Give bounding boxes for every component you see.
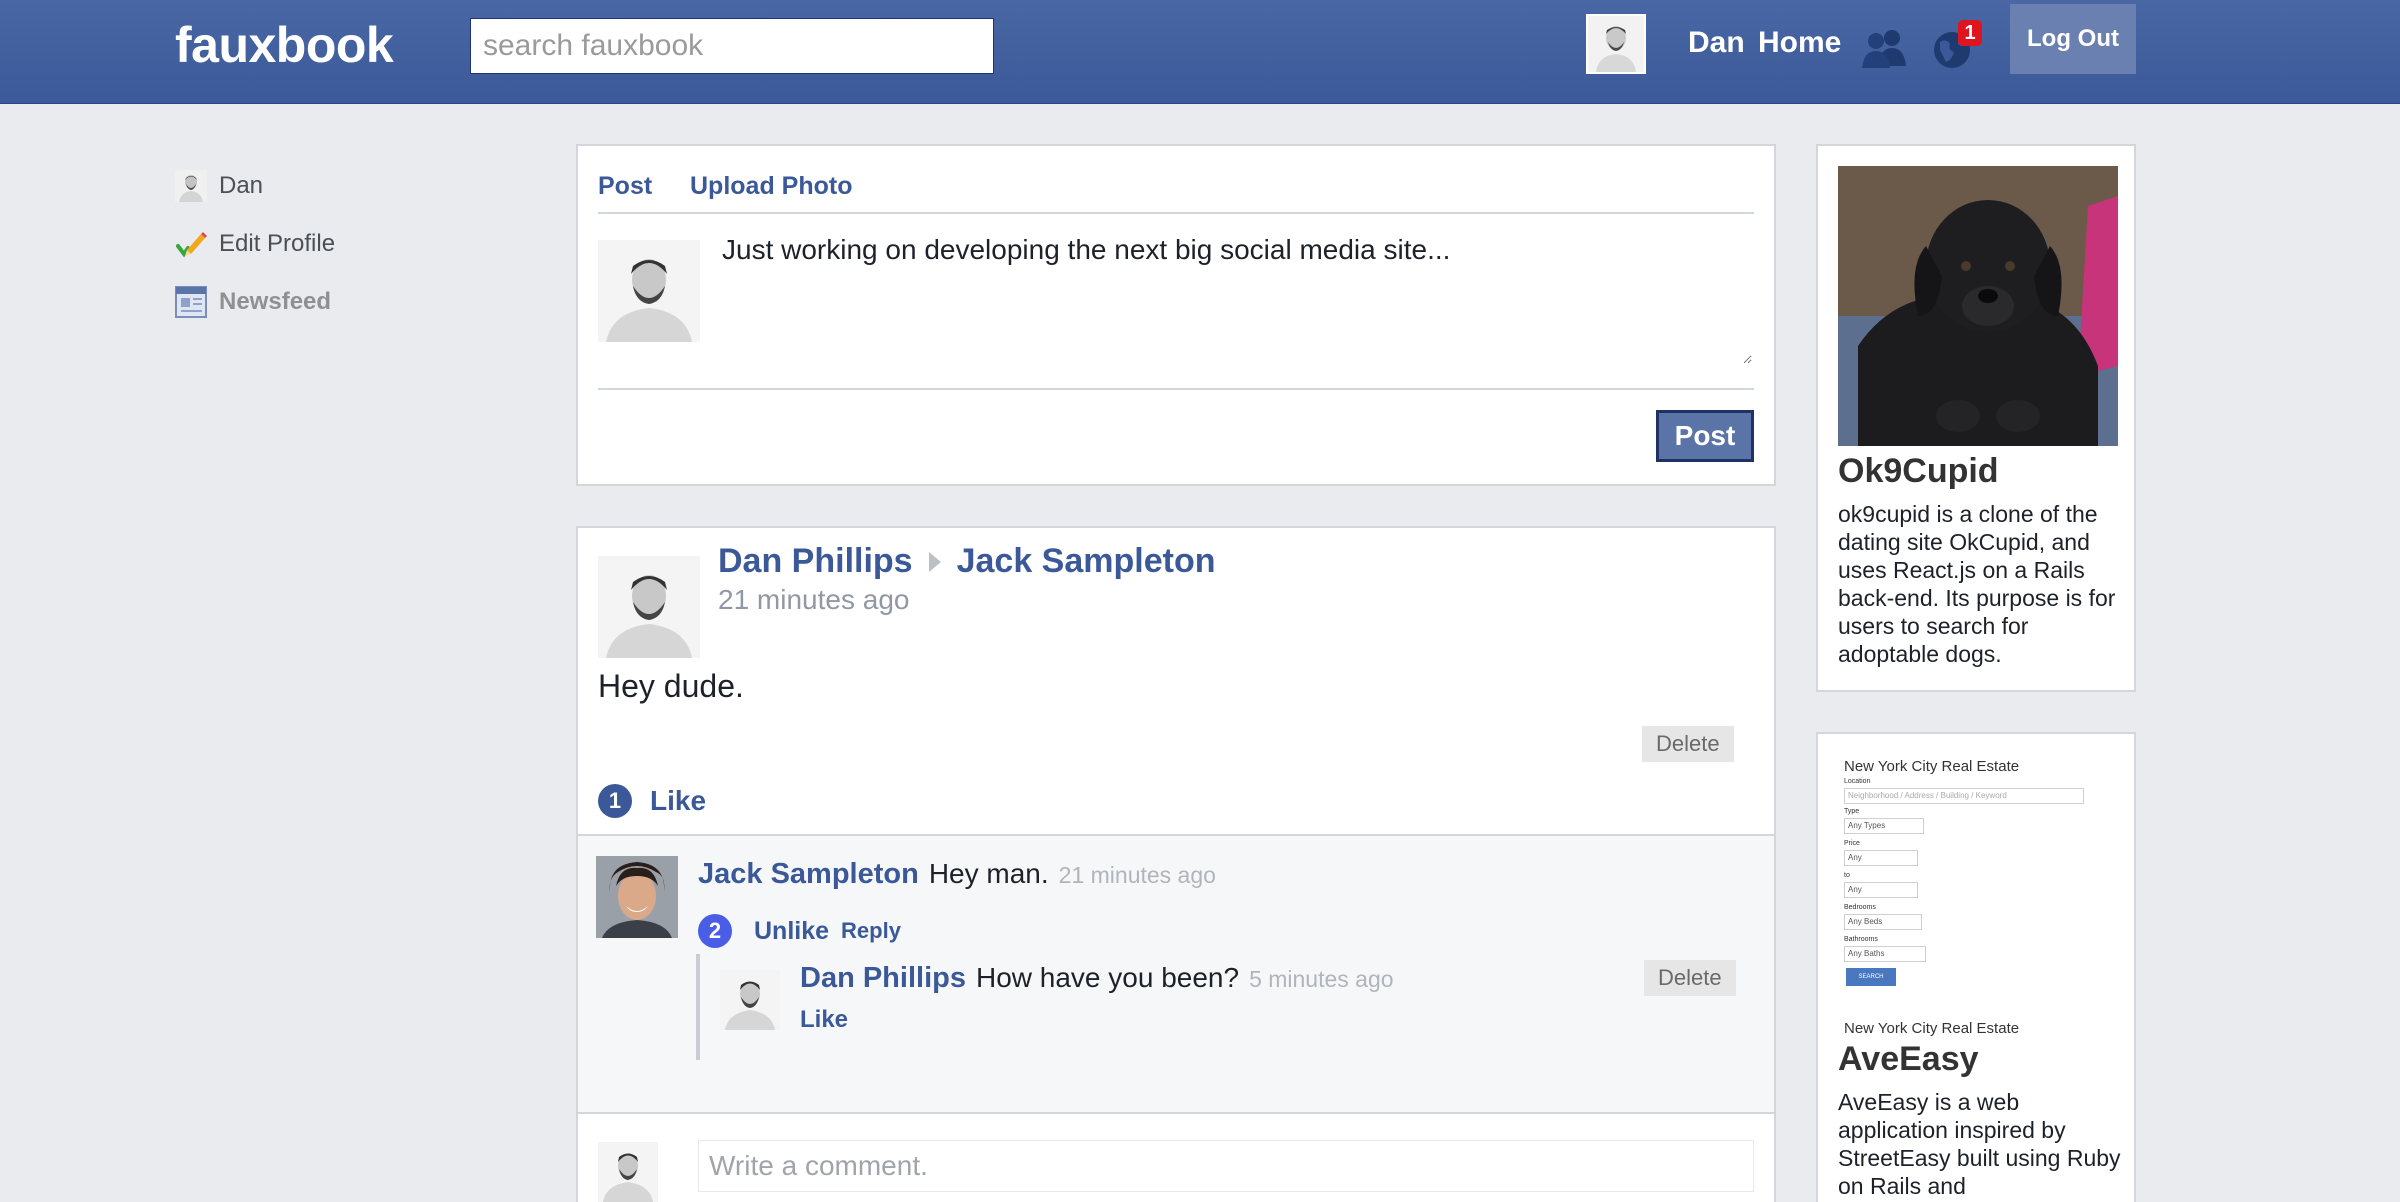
sidebar-item-label: Newsfeed (219, 288, 332, 315)
like-count-badge: 1 (598, 784, 632, 818)
ad-card-aveeasy[interactable]: New York City Real Estate Location Neigh… (1816, 732, 2136, 1202)
sidebar-item-label: Dan (219, 172, 264, 199)
friends-icon[interactable] (1858, 28, 1910, 68)
newsfeed-icon (175, 286, 207, 318)
post-author-avatar[interactable] (598, 556, 700, 658)
comment-composer-avatar (598, 1142, 658, 1202)
divider (598, 212, 1754, 214)
top-navbar: fauxbook Dan Home 1 Log Out (0, 0, 2400, 104)
screenshot-bathrooms-label: Bathrooms (1844, 936, 1878, 943)
commenter-avatar[interactable] (596, 856, 678, 938)
ad-title[interactable]: AveEasy (1838, 1040, 1979, 1079)
reply-text: How have you been? (975, 962, 1240, 993)
unlike-button[interactable]: Unlike (754, 917, 829, 946)
reply-author-avatar[interactable] (720, 970, 780, 1030)
post-submit-button[interactable]: Post (1656, 410, 1754, 462)
profile-avatar-icon (175, 170, 207, 202)
comment-actions: 2 Unlike Reply (698, 914, 901, 948)
ad-description: ok9cupid is a clone of the dating site O… (1838, 501, 2116, 667)
screenshot-price-label: Price (1844, 840, 1860, 847)
post-header: Dan Phillips Jack Sampleton (718, 542, 1215, 581)
screenshot-bedrooms-field: Any Beds (1844, 914, 1922, 930)
ad-title[interactable]: Ok9Cupid (1838, 452, 1999, 491)
screenshot-to-label: to (1844, 872, 1850, 879)
like-button[interactable]: Like (650, 785, 706, 817)
post-recipient-link[interactable]: Jack Sampleton (957, 542, 1216, 581)
comment-like-count-badge: 2 (698, 914, 732, 948)
screenshot-bedrooms-label: Bedrooms (1844, 904, 1876, 911)
divider (598, 388, 1754, 390)
screenshot-location-label: Location (1844, 778, 1871, 785)
notification-badge: 1 (1958, 20, 1982, 46)
sidebar-item-profile[interactable]: Dan (175, 168, 263, 204)
delete-reply-button[interactable]: Delete (1644, 960, 1736, 996)
comment-timestamp: 21 minutes ago (1058, 862, 1216, 888)
screenshot-footer: New York City Real Estate (1844, 1020, 2020, 1037)
post-text-area[interactable] (722, 234, 1752, 364)
reply-timestamp: 5 minutes ago (1249, 966, 1394, 992)
search-input[interactable] (470, 18, 994, 74)
screenshot-price-from: Any (1844, 850, 1918, 866)
post-composer: Post Upload Photo Post (576, 144, 1776, 486)
screenshot-heading: New York City Real Estate (1844, 758, 2020, 775)
user-avatar[interactable] (1586, 14, 1646, 74)
composer-avatar (598, 240, 700, 342)
post-author-link[interactable]: Dan Phillips (718, 542, 913, 581)
feed-post: Dan Phillips Jack Sampleton 21 minutes a… (576, 526, 1776, 1202)
reply-line: Dan Phillips How have you been? 5 minute… (800, 962, 1394, 995)
nav-user-link[interactable]: Dan (1688, 26, 1745, 60)
nav-home-link[interactable]: Home (1758, 26, 1841, 60)
ad-card-ok9cupid[interactable]: Ok9Cupid ok9cupid is a clone of the dati… (1816, 144, 2136, 692)
logout-button[interactable]: Log Out (2010, 4, 2136, 74)
tab-post[interactable]: Post (598, 172, 652, 201)
reply-button[interactable]: Reply (841, 918, 901, 944)
reply-thread: Dan Phillips How have you been? 5 minute… (696, 954, 1756, 1060)
comment-text: Hey man. (928, 858, 1049, 889)
logo[interactable]: fauxbook (175, 16, 394, 74)
sidebar-item-label: Edit Profile (219, 230, 336, 257)
sidebar-item-newsfeed[interactable]: Newsfeed (175, 284, 331, 320)
ad-image-aveeasy-screenshot[interactable]: New York City Real Estate Location Neigh… (1838, 754, 2118, 1014)
screenshot-price-to: Any (1844, 882, 1918, 898)
screenshot-type-field: Any Types (1844, 818, 1924, 834)
screenshot-location-field: Neighborhood / Address / Building / Keyw… (1844, 788, 2084, 804)
ad-description: AveEasy is a web application inspired by… (1838, 1089, 2121, 1199)
sidebar-item-edit-profile[interactable]: Edit Profile (175, 226, 335, 262)
screenshot-bathrooms-field: Any Baths (1844, 946, 1926, 962)
screenshot-search-button: SEARCH (1846, 968, 1896, 986)
screenshot-type-label: Type (1844, 808, 1860, 815)
pencil-check-icon (176, 232, 207, 258)
comment-line: Jack Sampleton Hey man. 21 minutes ago (698, 858, 1216, 891)
delete-post-button[interactable]: Delete (1642, 726, 1734, 762)
comment-author-link[interactable]: Jack Sampleton (698, 858, 919, 891)
avatar-photo-icon (1588, 16, 1644, 72)
comment-input[interactable] (698, 1140, 1754, 1192)
post-body: Hey dude. (598, 668, 744, 704)
ad-image-puppy[interactable] (1838, 166, 2118, 446)
reply-author-link[interactable]: Dan Phillips (800, 962, 966, 995)
tab-upload-photo[interactable]: Upload Photo (690, 172, 852, 201)
post-timestamp: 21 minutes ago (718, 584, 910, 615)
arrow-right-icon (928, 551, 941, 572)
reply-like-button[interactable]: Like (800, 1006, 848, 1034)
comments-section: Jack Sampleton Hey man. 21 minutes ago 2… (578, 834, 1774, 1114)
post-like-row: 1 Like (598, 784, 706, 818)
